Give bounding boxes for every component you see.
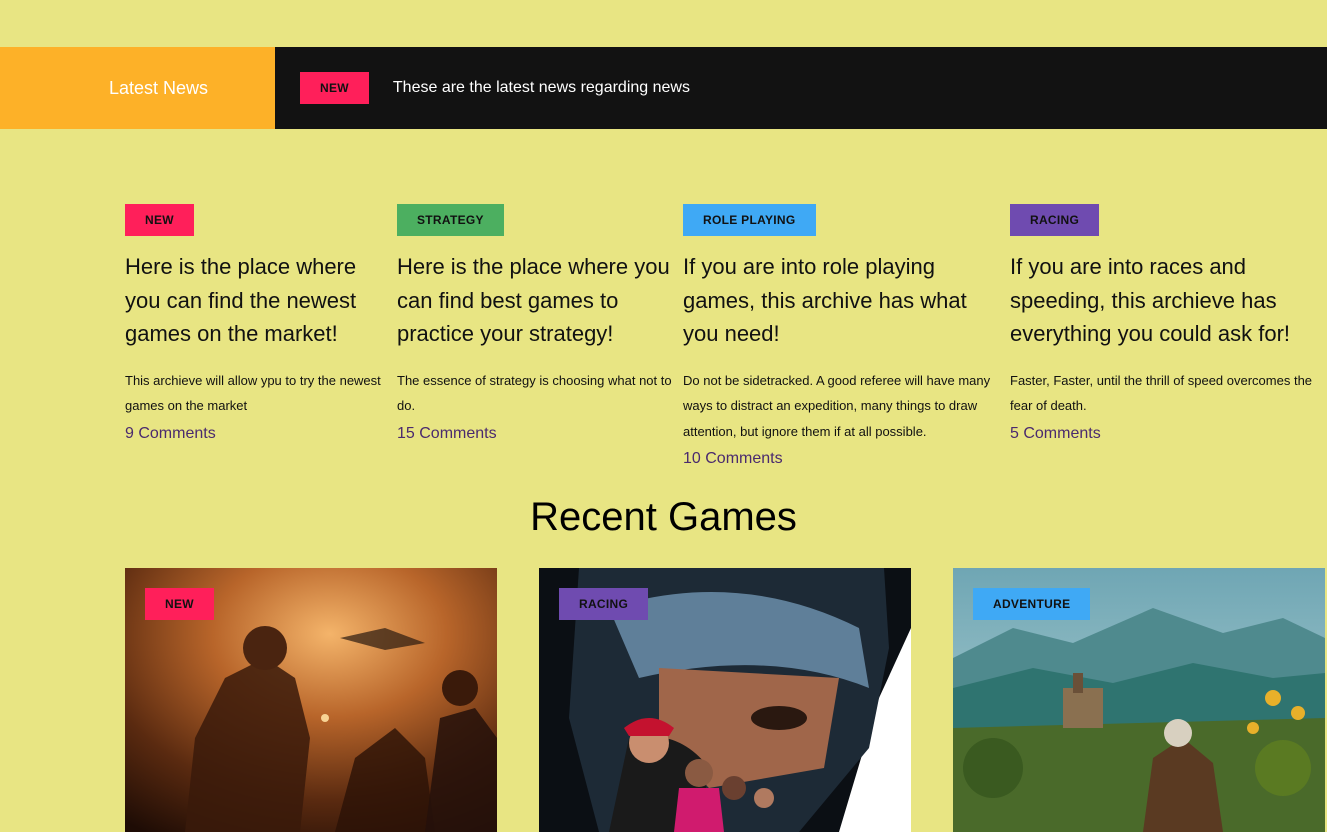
game-card[interactable]: NEW	[125, 568, 497, 832]
news-badge[interactable]: RACING	[1010, 204, 1100, 236]
ticker-label-box: Latest News	[0, 47, 275, 129]
latest-news-ticker: Latest News NEW These are the latest new…	[0, 47, 1327, 129]
news-description: Faster, Faster, until the thrill of spee…	[1010, 372, 1313, 414]
news-item: STRATEGY Here is the place where you can…	[397, 204, 677, 444]
news-description: The essence of strategy is choosing what…	[397, 372, 672, 414]
news-comments-link[interactable]: 9 Comments	[125, 424, 387, 444]
ticker-label: Latest News	[108, 77, 209, 98]
news-badge[interactable]: NEW	[125, 204, 194, 236]
news-title[interactable]: If you are into role playing games, this…	[683, 250, 991, 351]
news-badge[interactable]: STRATEGY	[397, 204, 504, 236]
game-badge[interactable]: ADVENTURE	[973, 588, 1091, 620]
news-item: RACING If you are into races and speedin…	[1010, 204, 1322, 444]
game-card[interactable]: RACING	[539, 568, 911, 832]
news-comments-link[interactable]: 10 Comments	[683, 449, 991, 469]
news-title[interactable]: Here is the place where you can find the…	[125, 250, 387, 351]
news-title[interactable]: If you are into races and speeding, this…	[1010, 250, 1322, 351]
ticker-badge[interactable]: NEW	[300, 72, 369, 104]
news-comments-link[interactable]: 15 Comments	[397, 424, 677, 444]
game-card[interactable]: ADVENTURE	[953, 568, 1325, 832]
news-item: NEW Here is the place where you can find…	[125, 204, 387, 444]
news-description: Do not be sidetracked. A good referee wi…	[683, 372, 991, 439]
news-item: ROLE PLAYING If you are into role playin…	[683, 204, 991, 469]
game-badge[interactable]: RACING	[559, 588, 649, 620]
game-badge[interactable]: NEW	[145, 588, 214, 620]
news-comments-link[interactable]: 5 Comments	[1010, 424, 1322, 444]
news-badge[interactable]: ROLE PLAYING	[683, 204, 816, 236]
ticker-text[interactable]: These are the latest news regarding news	[393, 79, 690, 97]
recent-games-heading: Recent Games	[530, 495, 797, 539]
news-description: This archieve will allow ypu to try the …	[125, 372, 381, 414]
news-title[interactable]: Here is the place where you can find bes…	[397, 250, 677, 351]
